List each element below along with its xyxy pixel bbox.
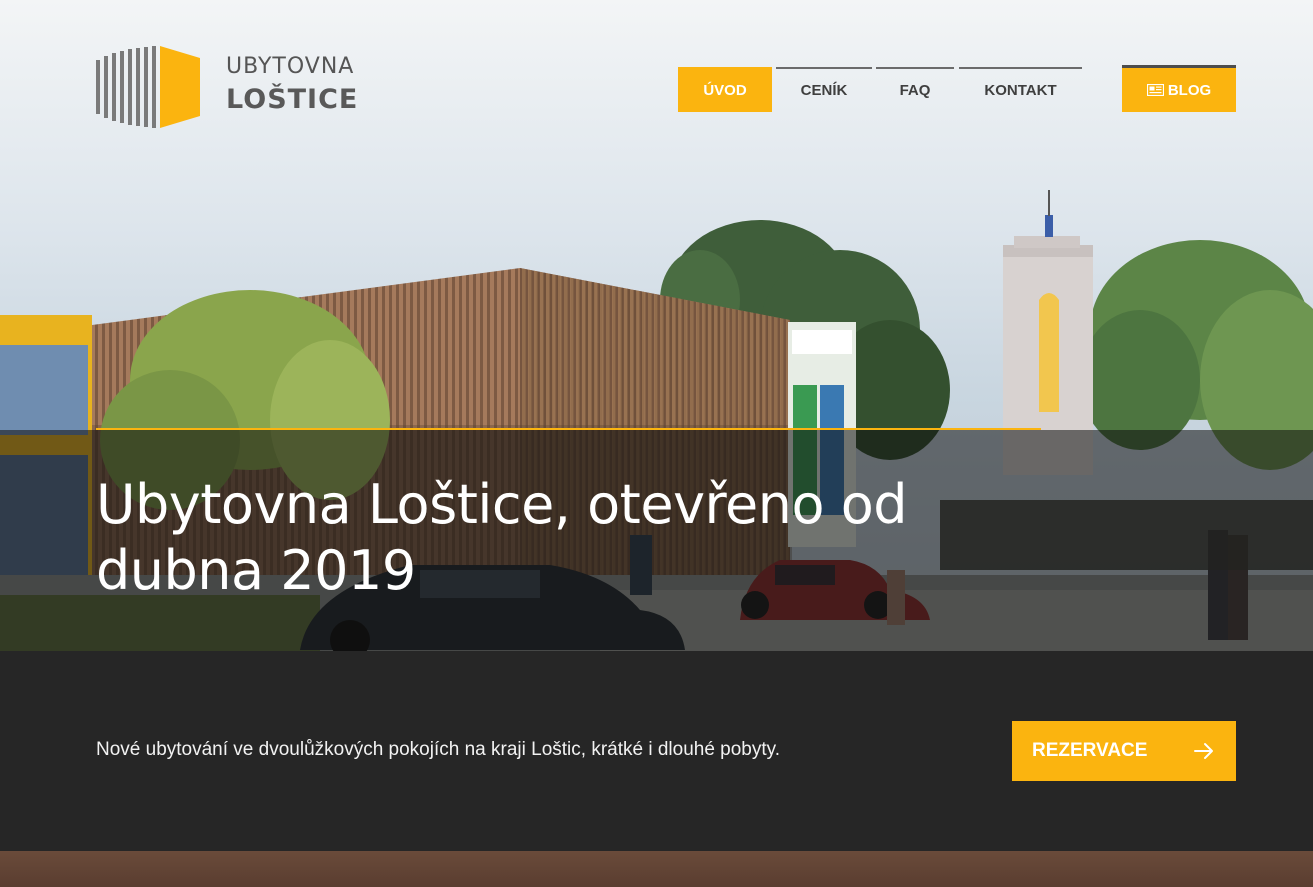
hero-headline: Ubytovna Loštice, otevřeno od dubna 2019 <box>96 473 908 602</box>
site-logo[interactable]: UBYTOVNA LOŠTICE <box>96 46 386 128</box>
nav-item-kontakt[interactable]: KONTAKT <box>959 67 1082 112</box>
headline-accent-line <box>96 428 1041 430</box>
nav-item-cenik[interactable]: CENÍK <box>776 67 872 112</box>
nav-item-faq[interactable]: FAQ <box>876 67 954 112</box>
reservation-button[interactable]: REZERVACE <box>1012 721 1236 781</box>
logo-text-line1: UBYTOVNA <box>226 54 355 79</box>
reservation-button-label: REZERVACE <box>1032 740 1148 761</box>
nav-item-uvod[interactable]: ÚVOD <box>678 67 772 112</box>
newspaper-icon <box>1146 84 1164 96</box>
cta-description: Nové ubytování ve dvoulůžkových pokojích… <box>96 739 781 760</box>
next-section-preview <box>0 851 1313 887</box>
logo-text-line2: LOŠTICE <box>226 84 359 115</box>
blog-button-label: BLOG <box>1167 81 1212 99</box>
cta-strip: Nové ubytování ve dvoulůžkových pokojích… <box>0 651 1313 851</box>
arrow-right-icon <box>1194 743 1213 759</box>
logo-building-icon <box>96 46 200 128</box>
blog-button[interactable]: BLOG <box>1122 65 1236 112</box>
